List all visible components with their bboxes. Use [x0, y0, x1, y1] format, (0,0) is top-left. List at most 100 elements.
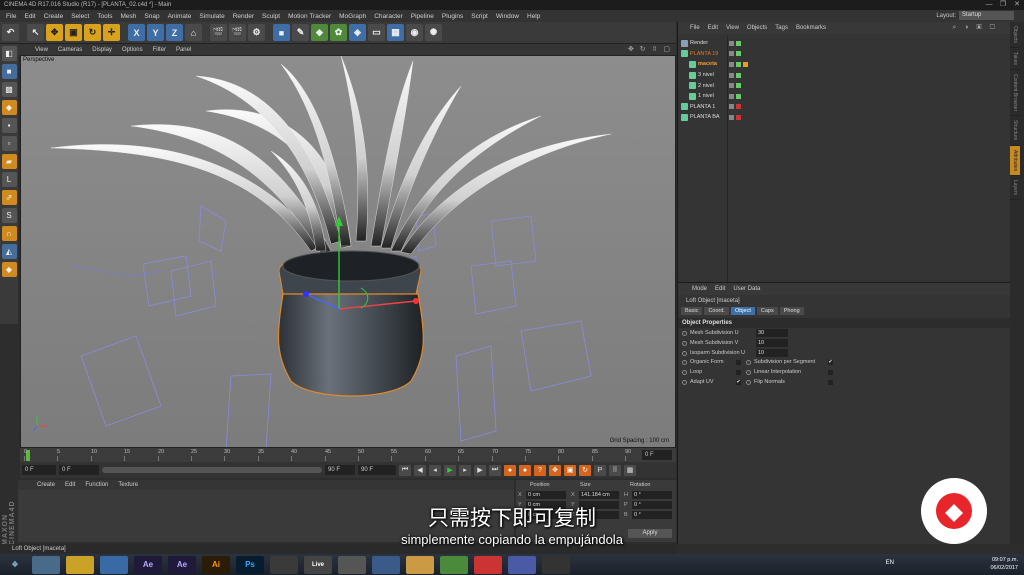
parameter-key-icon[interactable]: P — [594, 464, 606, 476]
end-frame-field[interactable]: 90 F — [358, 465, 396, 475]
menu-motion-tracker[interactable]: Motion Tracker — [284, 13, 335, 20]
taskbar-app[interactable]: Ai — [202, 555, 230, 574]
menu-mograph[interactable]: MoGraph — [335, 13, 370, 20]
menu-character[interactable]: Character — [370, 13, 407, 20]
visibility-flags[interactable] — [729, 83, 741, 89]
render-view-icon[interactable]: 🎬 — [210, 24, 227, 41]
polygons-mode-icon[interactable]: ▰ — [1, 154, 17, 169]
taskbar-app[interactable] — [406, 555, 434, 574]
obj-menu-view[interactable]: View — [722, 25, 743, 31]
menu-mesh[interactable]: Mesh — [116, 13, 140, 20]
move-icon[interactable]: ✥ — [46, 24, 63, 41]
obj-menu-tags[interactable]: Tags — [771, 25, 792, 31]
taskbar-app[interactable] — [542, 555, 570, 574]
vp-menu-cameras[interactable]: Cameras — [53, 47, 87, 53]
position-x-field[interactable]: 0 cm — [526, 491, 566, 499]
object-row-render[interactable]: Render — [681, 38, 761, 49]
animate-dot-icon[interactable] — [682, 350, 687, 356]
obj-menu-objects[interactable]: Objects — [743, 25, 771, 31]
side-tab-attributes[interactable]: Attributes — [1010, 145, 1020, 176]
prev-key-icon[interactable]: ◀ — [414, 464, 426, 476]
taskbar-app[interactable] — [372, 555, 400, 574]
animate-dot-icon[interactable] — [746, 369, 751, 375]
camera-icon[interactable]: ◉ — [406, 24, 423, 41]
keyframe-selection-icon[interactable]: ? — [534, 464, 546, 476]
visibility-flags[interactable] — [729, 93, 741, 99]
menu-edit[interactable]: Edit — [20, 13, 39, 20]
menu-tools[interactable]: Tools — [93, 13, 116, 20]
point-level-icon[interactable]: ⠿ — [609, 464, 621, 476]
object-row-2-nivel[interactable]: 2 nivel — [681, 80, 761, 91]
obj-menu-bookmarks[interactable]: Bookmarks — [792, 25, 830, 31]
close-button[interactable]: ✕ — [1010, 0, 1024, 10]
animate-dot-icon[interactable] — [682, 359, 687, 365]
menu-pipeline[interactable]: Pipeline — [407, 13, 438, 20]
tab-object[interactable]: Object — [730, 307, 755, 315]
object-row-planta-ba[interactable]: PLANTA BA — [681, 112, 761, 123]
animate-dot-icon[interactable] — [682, 379, 687, 385]
visibility-flags[interactable] — [729, 72, 741, 78]
obj-manager-nav-icons[interactable]: ⌕ ◑ ▣ ▢ — [948, 24, 1002, 32]
points-mode-icon[interactable]: ▪ — [1, 118, 17, 133]
coordinate-system-icon[interactable]: ⌂ — [185, 24, 202, 41]
record-keys-icon[interactable]: ● — [504, 464, 516, 476]
flip-normals-checkbox[interactable] — [828, 379, 833, 385]
side-tab-takes[interactable]: Takes — [1010, 48, 1020, 71]
mat-menu-edit[interactable]: Edit — [60, 482, 80, 488]
loop-checkbox[interactable] — [736, 369, 741, 375]
taskbar-app[interactable] — [32, 555, 60, 574]
viewport-solo-icon[interactable]: ◭ — [1, 244, 17, 259]
adapt-uv-checkbox[interactable]: ✔ — [736, 379, 741, 385]
mesh-subdivision-v-field[interactable]: 10 — [756, 339, 788, 347]
obj-menu-edit[interactable]: Edit — [704, 25, 722, 31]
prev-frame-icon[interactable]: ◂ — [429, 464, 441, 476]
rotation-key-icon[interactable]: ↻ — [579, 464, 591, 476]
taskbar-app[interactable] — [440, 555, 468, 574]
minimize-button[interactable]: — — [982, 0, 996, 10]
subdivision-per-segment-option[interactable]: Subdivision per Segment ✔ — [746, 359, 833, 365]
side-tab-content-browser[interactable]: Content Browser — [1010, 70, 1020, 117]
x-axis-icon[interactable]: X — [128, 24, 145, 41]
menu-file[interactable]: File — [2, 13, 20, 20]
render-picture-viewer-icon[interactable]: 🎬 — [229, 24, 246, 41]
live-selection-icon[interactable]: ↖ — [27, 24, 44, 41]
menu-simulate[interactable]: Simulate — [195, 13, 228, 20]
loop-option[interactable]: Loop — [682, 369, 741, 375]
layout-dropdown[interactable]: Startup — [959, 11, 1014, 20]
position-key-icon[interactable]: ✥ — [549, 464, 561, 476]
cube-primitive-icon[interactable]: ■ — [273, 24, 290, 41]
system-clock[interactable]: 09:07 p.m. 06/02/2017 — [990, 556, 1018, 572]
magnet-icon[interactable]: ∩ — [1, 226, 17, 241]
taskbar-app[interactable]: Ps — [236, 555, 264, 574]
go-to-end-icon[interactable]: ⏭ — [489, 464, 501, 476]
mat-menu-texture[interactable]: Texture — [113, 482, 143, 488]
animate-dot-icon[interactable] — [682, 340, 687, 346]
organic-form-option[interactable]: Organic Form — [682, 359, 741, 365]
maximize-button[interactable]: ❐ — [996, 0, 1010, 10]
taskbar-app[interactable] — [100, 555, 128, 574]
attr-menu-mode[interactable]: Mode — [688, 286, 711, 292]
model-mode-icon[interactable]: ■ — [1, 64, 17, 79]
side-tab-structure[interactable]: Structure — [1010, 116, 1020, 146]
language-indicator[interactable]: EN — [886, 560, 894, 566]
snap-icon[interactable]: S — [1, 208, 17, 223]
taskbar-app[interactable]: Ae — [168, 555, 196, 574]
subdivision-per-segment-checkbox[interactable]: ✔ — [828, 359, 833, 365]
obj-menu-file[interactable]: File — [686, 25, 704, 31]
viewport-nav-icons[interactable]: ✥ ↻ ⇳ ▢ — [628, 45, 672, 53]
rotate-icon[interactable]: ↻ — [84, 24, 101, 41]
tweak-mode-icon[interactable]: ⇗ — [1, 190, 17, 205]
animate-dot-icon[interactable] — [746, 359, 751, 365]
start-button-icon[interactable]: ❖ — [4, 556, 26, 574]
workplane-icon[interactable]: ◆ — [1, 100, 17, 115]
menu-help[interactable]: Help — [523, 13, 544, 20]
vp-menu-options[interactable]: Options — [117, 47, 148, 53]
animate-dot-icon[interactable] — [746, 379, 751, 385]
light-icon[interactable]: ✺ — [425, 24, 442, 41]
max-frame-field[interactable]: 90 F — [325, 465, 355, 475]
3d-viewport[interactable]: Perspective Grid Spacing: 100 cm — [20, 55, 676, 448]
next-key-icon[interactable]: ▶ — [474, 464, 486, 476]
vp-menu-display[interactable]: Display — [87, 47, 117, 53]
visibility-flags[interactable] — [729, 51, 741, 57]
menu-script[interactable]: Script — [467, 13, 492, 20]
